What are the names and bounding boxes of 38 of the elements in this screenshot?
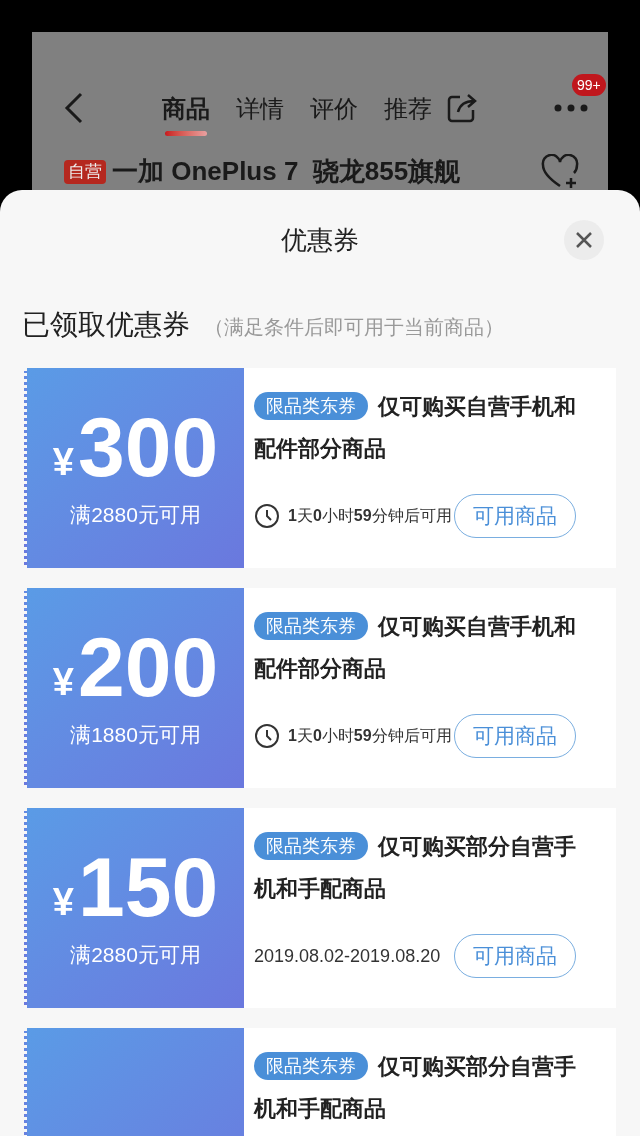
nav-tab[interactable]: 推荐 [384,80,432,136]
clock-icon [254,503,280,529]
product-title: 一加 OnePlus 7 骁龙855旗舰 [112,155,461,188]
nav-tab[interactable]: 详情 [236,80,284,136]
currency-symbol: ¥ [52,883,74,922]
section-note: （满足条件后即可用于当前商品） [204,315,504,340]
nav-tab[interactable]: 商品 [162,80,210,136]
close-button[interactable] [564,220,604,260]
category-tag: 限品类东券 [254,832,368,860]
coupon-condition: 满1880元可用 [70,722,201,749]
heart-plus-icon[interactable] [540,153,580,190]
coupon-amount: 150 [78,845,219,930]
nav-tab[interactable]: 评价 [310,80,358,136]
coupon-description: 限品类东券 仅可购买自营手机和配件部分商品 [254,611,576,683]
coupon-amount: 200 [78,625,219,710]
sheet-title: 优惠券 [281,223,359,257]
coupon-amount: 300 [78,405,219,490]
countdown-text: 1天0小时59分钟后可用 [288,506,452,526]
validity-dates: 2019.08.02-2019.08.20 [254,944,441,968]
notification-badge: 99+ [572,74,606,96]
coupon-description: 限品类东券 仅可购买部分自营手机和手配商品 [254,1051,576,1123]
coupon-description: 限品类东券 仅可购买部分自营手机和手配商品 [254,831,576,903]
category-tag: 限品类东券 [254,392,368,420]
currency-symbol: ¥ [52,443,74,482]
category-tag: 限品类东券 [254,1052,368,1080]
coupon-description: 限品类东券 仅可购买自营手机和配件部分商品 [254,391,576,463]
close-icon [575,231,593,249]
coupon-condition: 满2880元可用 [70,502,201,529]
more-icon[interactable] [554,104,588,112]
currency-symbol: ¥ [52,663,74,702]
category-tag: 限品类东券 [254,612,368,640]
self-operated-tag: 自营 [64,159,106,184]
countdown-text: 1天0小时59分钟后可用 [288,726,452,746]
section-title: 已领取优惠券 [22,308,190,342]
share-icon[interactable] [446,92,478,124]
back-icon[interactable] [64,92,84,124]
clock-icon [254,723,280,749]
coupon-condition: 满2880元可用 [70,942,201,969]
